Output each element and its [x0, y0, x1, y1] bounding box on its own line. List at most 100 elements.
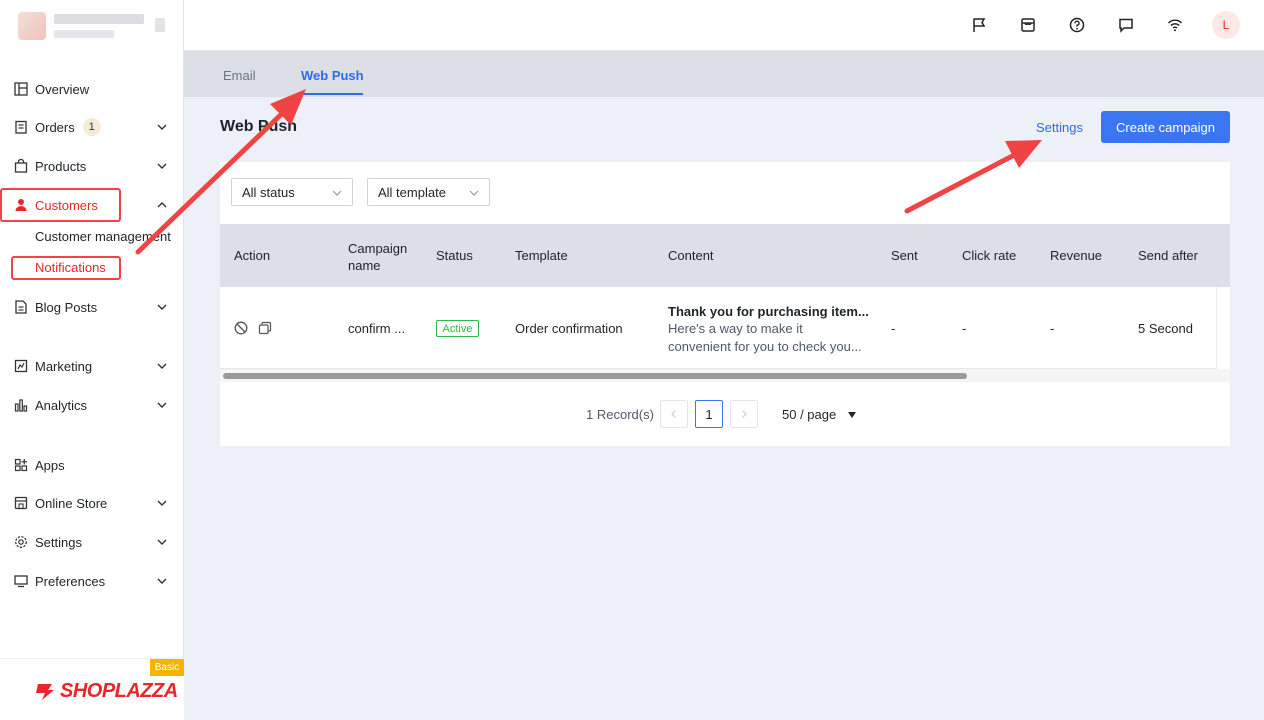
- status-filter-value: All status: [242, 184, 295, 200]
- chevron-down-icon[interactable]: [156, 497, 168, 509]
- orders-icon: [14, 120, 28, 134]
- tab-email[interactable]: Email: [223, 68, 256, 83]
- sidebar-item-analytics[interactable]: Analytics: [0, 390, 184, 420]
- column-header-content: Content: [668, 248, 714, 263]
- sidebar-item-label: Online Store: [35, 495, 108, 511]
- content-line-1: Here's a way to make it: [668, 321, 803, 336]
- brand-name: SHOPLAZZA: [60, 680, 178, 702]
- chevron-left-icon: [671, 410, 676, 418]
- column-header-revenue: Revenue: [1050, 248, 1103, 263]
- sidebar-item-marketing[interactable]: Marketing: [0, 351, 184, 381]
- column-header-campaign-name: Campaign name: [348, 241, 408, 273]
- sidebar-item-orders[interactable]: Orders 1: [0, 112, 184, 142]
- sidebar-item-label: Settings: [35, 534, 82, 550]
- template-filter-value: All template: [378, 184, 446, 200]
- disable-icon[interactable]: [234, 321, 248, 338]
- create-campaign-button[interactable]: Create campaign: [1101, 111, 1230, 143]
- chevron-down-icon[interactable]: [156, 575, 168, 587]
- column-header-sent: Sent: [891, 248, 918, 263]
- campaign-name-cell[interactable]: confirm ...: [348, 321, 405, 336]
- status-badge: Active: [436, 320, 479, 337]
- chat-icon[interactable]: [1116, 15, 1136, 35]
- sidebar-item-customers[interactable]: Customers: [0, 190, 184, 220]
- click-rate-cell: -: [962, 321, 967, 336]
- content-title: Thank you for purchasing item...: [668, 304, 869, 319]
- store-icon: [14, 496, 28, 510]
- chevron-up-icon[interactable]: [156, 199, 168, 211]
- store-logo[interactable]: [10, 8, 170, 44]
- column-header-action: Action: [234, 248, 271, 263]
- chevron-down-icon: [469, 190, 479, 196]
- chevron-down-icon[interactable]: [156, 301, 168, 313]
- sidebar-item-label: Blog Posts: [35, 299, 98, 315]
- wifi-icon[interactable]: [1165, 15, 1185, 35]
- apps-icon: [14, 458, 28, 472]
- products-icon: [14, 159, 28, 173]
- sidebar-subitem-notifications[interactable]: Notifications: [35, 260, 106, 275]
- template-cell: Order confirmation: [515, 321, 623, 336]
- sidebar-item-label: Apps: [35, 457, 65, 473]
- tab-web-push[interactable]: Web Push: [301, 68, 364, 83]
- revenue-cell: -: [1050, 321, 1055, 336]
- plan-badge: Basic: [150, 659, 184, 676]
- sidebar-item-label: Analytics: [35, 397, 88, 413]
- sidebar-subitem-customer-management[interactable]: Customer management: [35, 229, 171, 244]
- chevron-right-icon: [742, 410, 747, 418]
- flag-icon[interactable]: [969, 15, 989, 35]
- status-filter-select[interactable]: All status: [231, 178, 353, 206]
- sidebar-item-products[interactable]: Products: [0, 151, 184, 181]
- brand-logo: SHOPLAZZA: [34, 680, 178, 703]
- gear-icon: [14, 535, 28, 549]
- sidebar-item-overview[interactable]: Overview: [0, 74, 184, 104]
- page-size-select[interactable]: 50 / page: [782, 407, 836, 422]
- top-bar: [184, 0, 1264, 51]
- sidebar-item-settings[interactable]: Settings: [0, 527, 184, 557]
- shoplazza-logo-icon: [36, 683, 54, 700]
- copy-icon[interactable]: [258, 321, 272, 338]
- active-tab-indicator: [301, 93, 363, 95]
- caret-down-icon[interactable]: [847, 411, 857, 419]
- template-filter-select[interactable]: All template: [367, 178, 490, 206]
- settings-link[interactable]: Settings: [1036, 120, 1083, 135]
- column-header-template: Template: [515, 248, 568, 263]
- pagination-total: 1 Record(s): [586, 407, 654, 422]
- horizontal-scrollbar-thumb[interactable]: [223, 373, 967, 379]
- sidebar-item-label: Preferences: [35, 573, 106, 589]
- chevron-down-icon[interactable]: [156, 360, 168, 372]
- prev-page-button[interactable]: [660, 400, 688, 428]
- chevron-down-icon: [332, 190, 342, 196]
- chevron-down-icon[interactable]: [156, 536, 168, 548]
- sidebar-item-preferences[interactable]: Preferences: [0, 566, 184, 596]
- sidebar-item-apps[interactable]: Apps: [0, 450, 184, 480]
- sidebar-item-label: Overview: [35, 81, 90, 97]
- column-header-send-after: Send after: [1138, 248, 1198, 263]
- blog-icon: [14, 300, 28, 314]
- page-title: Web Push: [220, 118, 298, 135]
- column-header-status: Status: [436, 248, 473, 263]
- analytics-icon: [14, 398, 28, 412]
- marketing-icon: [14, 359, 28, 373]
- sidebar-item-label: Marketing: [35, 358, 93, 374]
- sidebar-item-blog-posts[interactable]: Blog Posts: [0, 292, 184, 322]
- next-page-button[interactable]: [730, 400, 758, 428]
- orders-count-badge: 1: [82, 118, 101, 136]
- sidebar-item-online-store[interactable]: Online Store: [0, 488, 184, 518]
- content-line-2: convenient for you to check you...: [668, 339, 862, 354]
- store-icon[interactable]: [1018, 15, 1038, 35]
- sidebar-item-label: Orders: [35, 119, 75, 135]
- vertical-scrollbar[interactable]: [1216, 287, 1230, 382]
- monitor-icon: [14, 574, 28, 588]
- sent-cell: -: [891, 321, 896, 336]
- sidebar-item-label: Products: [35, 158, 87, 174]
- sidebar-item-label: Customers: [35, 197, 98, 213]
- send-after-cell: 5 Second: [1138, 321, 1193, 336]
- customers-icon: [14, 198, 28, 212]
- overview-icon: [14, 82, 28, 96]
- chevron-down-icon[interactable]: [156, 121, 168, 133]
- help-icon[interactable]: [1067, 15, 1087, 35]
- page-button-current[interactable]: 1: [695, 400, 723, 428]
- column-header-click-rate: Click rate: [962, 248, 1017, 263]
- avatar[interactable]: L: [1212, 11, 1240, 39]
- chevron-down-icon[interactable]: [156, 399, 168, 411]
- chevron-down-icon[interactable]: [156, 160, 168, 172]
